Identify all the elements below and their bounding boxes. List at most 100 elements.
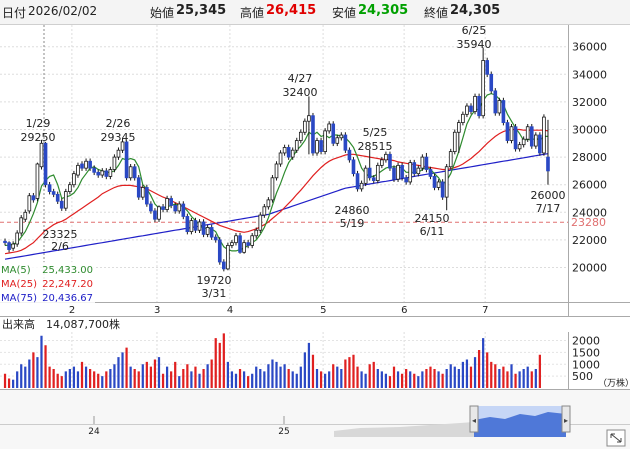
volume-bar [165, 366, 169, 388]
candle-body [124, 141, 129, 179]
candle-body [384, 153, 388, 161]
volume-bar [368, 364, 371, 388]
volume-bar [522, 369, 525, 388]
candle-body [440, 181, 445, 198]
navigator-label: 25 [278, 427, 289, 437]
volume-bar [133, 369, 136, 388]
volume-bar [409, 371, 412, 388]
candle-body [3, 240, 7, 244]
candle-body [290, 149, 295, 158]
volume-bar [76, 371, 80, 388]
volume-bar [93, 371, 96, 388]
volume-bar [129, 366, 132, 388]
volume-bar [190, 371, 193, 388]
volume-bar [445, 369, 448, 388]
candle-body [209, 227, 214, 238]
candle-body [351, 159, 356, 175]
volume-bar [202, 369, 205, 388]
ma75-legend-label: MA(75) [1, 293, 37, 304]
volume-bar [121, 352, 124, 388]
candle-body [76, 164, 80, 176]
candle-body [359, 182, 364, 190]
candle-body [525, 126, 530, 140]
volume-bar [157, 357, 161, 388]
candle-body [392, 167, 396, 180]
volume-bar [299, 366, 302, 388]
candle-body [242, 242, 246, 253]
candle-body [213, 236, 218, 241]
volume-bar [145, 361, 148, 388]
annotation-value: 29345 [101, 131, 136, 144]
ma5-legend-value: 25,433.00 [42, 265, 93, 276]
volume-bar [206, 364, 209, 388]
candle-body [165, 198, 169, 210]
candle-body [420, 156, 425, 169]
candle-body [96, 171, 101, 176]
annotation-value: 23325 [43, 228, 78, 241]
price-panel [0, 25, 630, 303]
candle-body [546, 156, 550, 172]
candle-body [477, 95, 481, 117]
volume-bar [477, 350, 481, 388]
volume-bar [396, 371, 400, 388]
volume-bar [194, 366, 197, 388]
volume-bar [267, 364, 270, 388]
candle-body [59, 200, 64, 209]
volume-bar [461, 361, 464, 388]
price-tick-label: 26000 [572, 179, 607, 192]
volume-unit: （万株） [598, 377, 630, 389]
annotation-date: 2/6 [51, 240, 69, 253]
volume-bar [364, 373, 367, 388]
ma5-legend-label: MA(5) [1, 265, 31, 276]
month-label: 4 [227, 305, 233, 316]
price-tick-label: 32000 [572, 96, 607, 109]
annotation-value: 19720 [197, 274, 232, 287]
annotation-value: 24860 [335, 204, 370, 217]
volume-bar [105, 371, 108, 388]
candle-body [538, 134, 542, 154]
annotation-value: 28515 [358, 140, 393, 153]
candle-body [380, 159, 384, 166]
candle-body [339, 134, 344, 139]
annotation-value: 29250 [21, 131, 56, 144]
price-tick-label: 34000 [572, 68, 607, 81]
volume-bar [28, 359, 31, 388]
volume-bar [60, 376, 63, 388]
volume-bar [380, 371, 383, 388]
volume-bar [16, 371, 19, 388]
volume-bar [433, 369, 436, 388]
candle-body [31, 195, 36, 201]
candle-body [128, 166, 133, 179]
candle-body [250, 235, 255, 246]
volume-bar [242, 371, 246, 388]
volume-bar [186, 364, 189, 388]
volume-tick-label: 1000 [572, 358, 600, 371]
annotation-date: 4/27 [288, 72, 313, 85]
annotation-value: 24150 [415, 212, 450, 225]
candle-body [222, 261, 226, 270]
candle-body [27, 195, 32, 212]
candle-body [262, 206, 267, 216]
volume-bar [388, 376, 392, 388]
volume-bar [482, 338, 485, 388]
price-tick-label: 20000 [572, 262, 607, 275]
annotation-value: 26000 [531, 189, 566, 202]
volume-bar [170, 371, 173, 388]
candle-body [452, 131, 457, 152]
volume-bar [324, 373, 327, 388]
volume-bar [255, 366, 258, 388]
ma25-legend-value: 22,247.20 [42, 279, 93, 290]
volume-bar [283, 364, 286, 388]
chart-svg[interactable]: 2000022000240002600028000300003200034000… [0, 0, 630, 449]
candle-body [408, 162, 413, 183]
candle-body [205, 227, 210, 235]
ma25-legend-label: MA(25) [1, 279, 37, 290]
candle-body [294, 140, 299, 151]
candle-body [298, 131, 303, 141]
candle-body [104, 170, 109, 177]
reference-price-label: 23280 [571, 216, 606, 229]
candle-body [116, 149, 121, 158]
volume-bar [84, 366, 88, 388]
volume-bar [348, 357, 351, 388]
candle-body [444, 166, 449, 198]
